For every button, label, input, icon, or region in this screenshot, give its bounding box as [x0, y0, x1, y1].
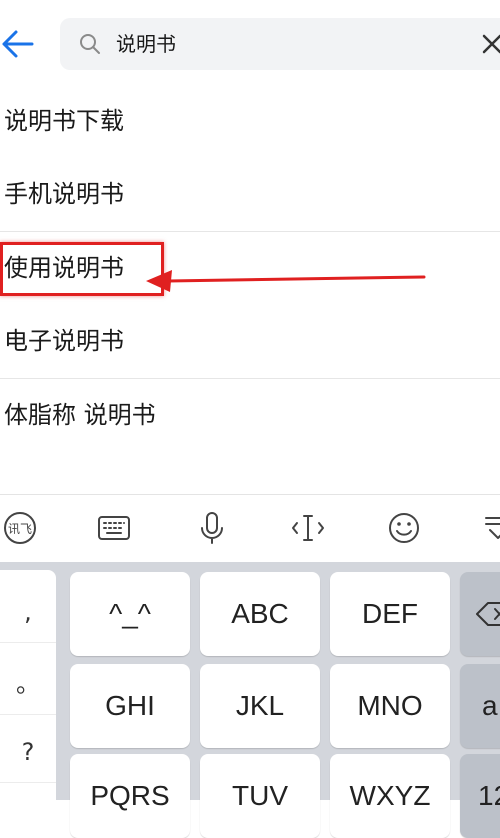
suggestion-label: 体脂称 说明书	[4, 401, 156, 429]
suggestion-item[interactable]: 说明书下载	[0, 85, 500, 159]
keyboard-icon[interactable]	[96, 510, 132, 546]
microphone-icon[interactable]	[194, 510, 230, 546]
voice-input-logo-icon[interactable]: 讯飞	[2, 510, 38, 546]
punctuation-column: , 。 ?	[0, 570, 56, 800]
key-side-a[interactable]: a	[460, 664, 500, 748]
suggestion-label: 说明书下载	[4, 107, 124, 135]
search-icon	[80, 34, 100, 54]
list-empty-space	[0, 452, 500, 494]
backspace-key[interactable]	[460, 572, 500, 656]
collapse-icon[interactable]	[480, 510, 500, 546]
punctuation-key-period[interactable]: 。	[0, 654, 56, 715]
key-def[interactable]: DEF	[330, 572, 450, 656]
punctuation-key-question[interactable]: ?	[0, 722, 56, 783]
key-jkl[interactable]: JKL	[200, 664, 320, 748]
key-emoticon[interactable]: ^_^	[70, 572, 190, 656]
backspace-icon	[476, 602, 500, 626]
key-wxyz[interactable]: WXYZ	[330, 754, 450, 838]
key-ghi[interactable]: GHI	[70, 664, 190, 748]
annotation-arrow	[146, 270, 426, 292]
suggestion-item[interactable]: 体脂称 说明书	[0, 379, 500, 453]
suggestion-label: 手机说明书	[4, 180, 124, 208]
key-mno[interactable]: MNO	[330, 664, 450, 748]
close-icon[interactable]	[478, 30, 500, 58]
key-tuv[interactable]: TUV	[200, 754, 320, 838]
svg-text:讯飞: 讯飞	[8, 522, 32, 536]
suggestion-item[interactable]: 手机说明书	[0, 158, 500, 232]
back-arrow-icon[interactable]	[0, 24, 36, 64]
suggestion-item[interactable]: 电子说明书	[0, 305, 500, 379]
cursor-icon[interactable]	[290, 510, 326, 546]
key-pqrs[interactable]: PQRS	[70, 754, 190, 838]
key-abc[interactable]: ABC	[200, 572, 320, 656]
keyboard-toolbar	[0, 494, 500, 563]
search-input[interactable]: 说明书	[116, 28, 176, 60]
suggestion-label: 电子说明书	[4, 327, 124, 355]
punctuation-key-comma[interactable]: ,	[0, 582, 56, 643]
key-numbers[interactable]: 12	[460, 754, 500, 838]
emoji-icon[interactable]	[386, 510, 422, 546]
